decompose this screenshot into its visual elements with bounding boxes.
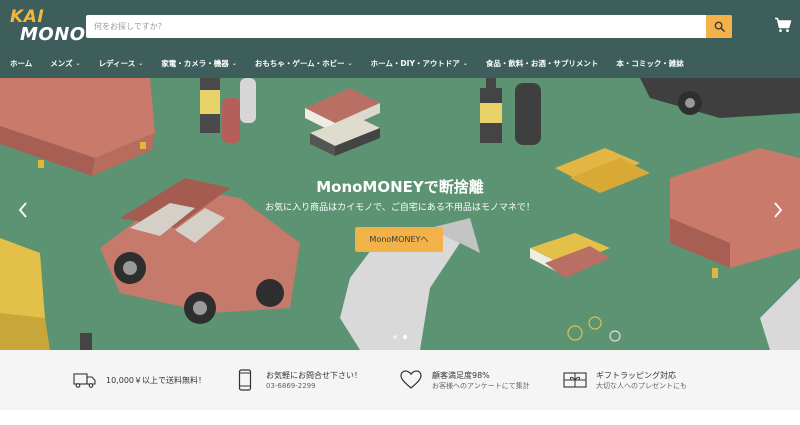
hero-title: MonoMONEYで断捨離 (316, 178, 484, 196)
carousel-dot-active[interactable] (403, 335, 407, 339)
search-button[interactable] (706, 15, 732, 38)
carousel-next-button[interactable] (771, 200, 785, 220)
chevron-down-icon: ⌄ (347, 59, 353, 67)
search-icon (714, 21, 725, 32)
hero-cta-button[interactable]: MonoMONEYへ (355, 227, 443, 252)
feature-phone-number[interactable]: 03-6869-2299 (266, 381, 362, 391)
nav-label: ホーム・DIY・アウトドア (370, 58, 460, 68)
carousel-dots (393, 335, 407, 339)
sofa-illustration (0, 78, 155, 176)
jewelry-illustration (567, 316, 621, 342)
nav-label: おもちゃ・ゲーム・ホビー (254, 58, 345, 68)
nav-item-mens[interactable]: メンズ ⌄ (50, 58, 80, 69)
books-illustration (305, 88, 380, 156)
carousel-prev-button[interactable] (16, 200, 30, 220)
books-illustration-2 (530, 233, 610, 278)
nav-item-toys[interactable]: おもちゃ・ゲーム・ホビー ⌄ (255, 58, 353, 69)
feature-subtitle: 大切な人へのプレゼントにも (596, 381, 687, 390)
feature-satisfaction: 顧客満足度98% お客様へのアンケートにて集計 (398, 350, 530, 410)
cart-icon (775, 17, 792, 32)
nav-item-books[interactable]: 本・コミック・雑誌 (616, 58, 683, 69)
hero-illustration (0, 78, 800, 350)
nav-label: 食品・飲料・お酒・サプリメント (485, 58, 599, 68)
gift-icon (562, 368, 588, 392)
nav-label: レディース (98, 58, 136, 68)
hero-banner: MonoMONEYで断捨離 お気に入り商品はカイモノで、ご自宅にある不用品はモノ… (0, 78, 800, 350)
feature-subtitle: お客様へのアンケートにて集計 (432, 381, 530, 390)
features-bar: 10,000￥以上で送料無料！ お気軽にお問合せ下さい！ 03-6869-229… (0, 350, 800, 410)
nav-label: 本・コミック・雑誌 (616, 58, 684, 68)
yellow-sofa-illustration (0, 238, 50, 350)
chevron-down-icon: ⌄ (462, 59, 468, 67)
chevron-right-icon (774, 202, 783, 218)
feature-gift-wrapping: ギフトラッピング対応 大切な人へのプレゼントにも (562, 350, 687, 410)
hero-subtitle: お気に入り商品はカイモノで、ご自宅にある不用品はモノマネで！ (265, 203, 535, 213)
feature-free-shipping: 10,000￥以上で送料無料！ (72, 350, 206, 410)
feature-title: お気軽にお問合せ下さい！ (266, 370, 362, 380)
search-bar (86, 15, 732, 38)
kaimono-logo[interactable]: KAI MONO (10, 8, 86, 48)
nav-label: ホーム (10, 58, 33, 68)
chevron-down-icon: ⌄ (75, 59, 81, 67)
site-header: KAI MONO ホーム メンズ⌄ レディース⌄ 家電・カメラ・機器⌄ おもちゃ… (0, 0, 800, 78)
feature-contact: お気軽にお問合せ下さい！ 03-6869-2299 (232, 350, 362, 410)
main-nav: ホーム メンズ ⌄ レディース ⌄ 家電・カメラ・機器 ⌄ おもちゃ・ゲーム・ホビー ⌄… (0, 52, 800, 74)
nav-item-food[interactable]: 食品・飲料・お酒・サプリメント (486, 58, 599, 69)
carousel-dot[interactable] (393, 335, 397, 339)
nav-label: 家電・カメラ・機器 (161, 58, 229, 68)
chevron-left-icon (18, 202, 27, 218)
nav-label: メンズ (50, 58, 73, 68)
chevron-down-icon: ⌄ (231, 59, 237, 67)
feature-title: ギフトラッピング対応 (596, 370, 676, 380)
nav-item-ladies[interactable]: レディース ⌄ (99, 58, 144, 69)
feature-title: 10,000￥以上で送料無料！ (106, 375, 206, 385)
nav-item-home-diy[interactable]: ホーム・DIY・アウトドア ⌄ (371, 58, 468, 69)
next-section-edge (0, 410, 800, 425)
logo-line-2: MONO (20, 24, 86, 45)
chevron-down-icon: ⌄ (138, 59, 144, 67)
cart-button[interactable] (774, 17, 794, 35)
heart-icon (398, 368, 424, 392)
phone-icon (232, 368, 258, 392)
search-input[interactable] (86, 15, 706, 38)
feature-title: 顧客満足度98% (432, 370, 490, 380)
nav-item-home[interactable]: ホーム (10, 58, 32, 69)
truck-icon (72, 368, 98, 392)
car-illustration-right (640, 78, 800, 118)
nav-item-electronics[interactable]: 家電・カメラ・機器 ⌄ (161, 58, 237, 69)
